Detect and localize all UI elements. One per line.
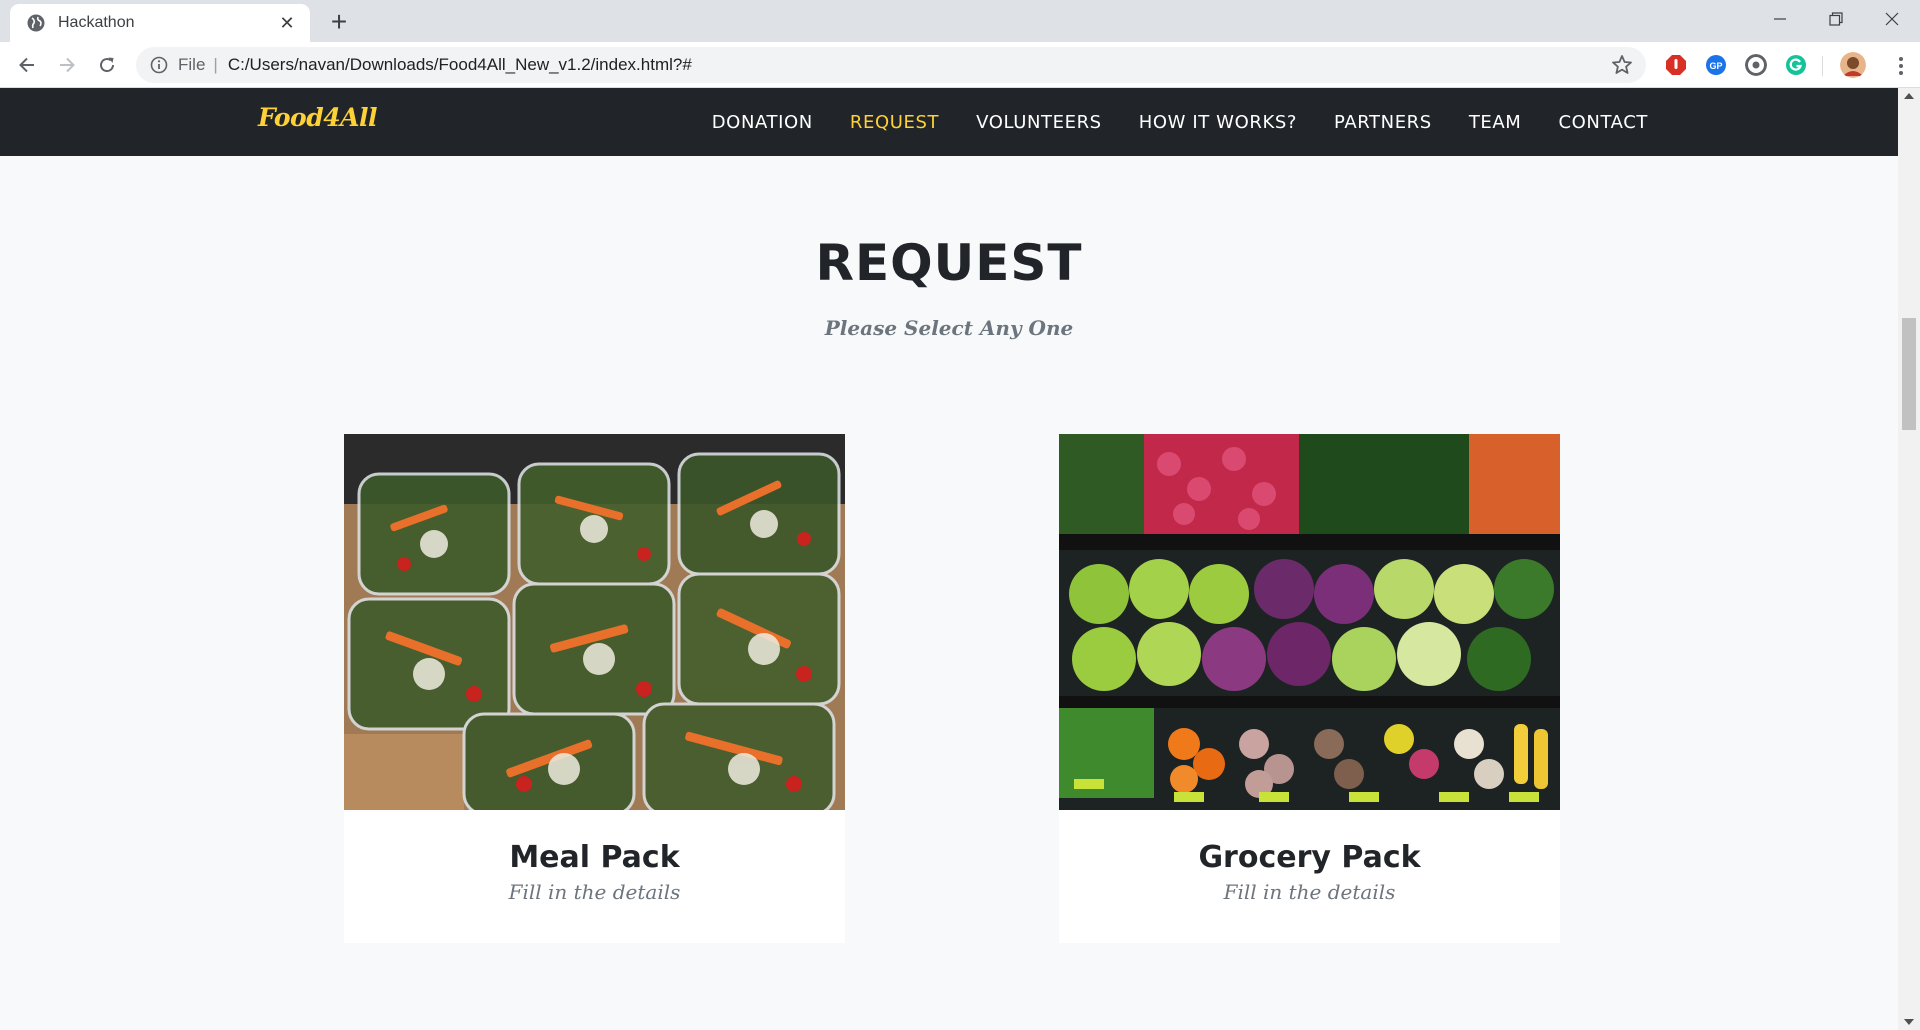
meal-pack-image[interactable]	[344, 434, 845, 810]
browser-tab-strip: Hackathon ✕ +	[0, 0, 1920, 42]
nav-link-donation[interactable]: DONATION	[712, 112, 813, 133]
restore-icon[interactable]	[1808, 0, 1864, 38]
grocery-pack-card[interactable]: Grocery Pack Fill in the details	[1059, 434, 1560, 943]
adblock-extension-icon[interactable]	[1665, 54, 1687, 76]
tab-title: Hackathon	[58, 14, 135, 31]
url-scheme-label: File	[178, 55, 206, 74]
meal-pack-caption: Fill in the details	[508, 880, 681, 904]
scroll-up-icon[interactable]	[1898, 88, 1920, 104]
section-heading: REQUEST	[815, 234, 1083, 292]
toolbar-divider	[1822, 56, 1823, 76]
nav-link-request[interactable]: REQUEST	[850, 112, 939, 133]
info-icon[interactable]	[150, 56, 168, 74]
grocery-pack-title: Grocery Pack	[1198, 840, 1421, 875]
site-logo[interactable]: Food4All	[258, 103, 378, 132]
nav-link-team[interactable]: TEAM	[1469, 112, 1522, 133]
shield-extension-icon[interactable]	[1745, 54, 1767, 76]
site-navbar: Food4All DONATION REQUEST VOLUNTEERS HOW…	[0, 88, 1898, 156]
close-tab-icon[interactable]: ✕	[276, 12, 298, 34]
grammarly-extension-icon[interactable]	[1785, 54, 1807, 76]
nav-link-volunteers[interactable]: VOLUNTEERS	[976, 112, 1102, 133]
gp-extension-icon[interactable]: GP	[1705, 54, 1727, 76]
page-scrollbar[interactable]	[1898, 88, 1920, 1030]
scroll-thumb[interactable]	[1902, 318, 1916, 430]
nav-link-partners[interactable]: PARTNERS	[1334, 112, 1432, 133]
svg-text:GP: GP	[1709, 61, 1722, 71]
new-tab-icon[interactable]: +	[324, 8, 354, 38]
meal-pack-card[interactable]: Meal Pack Fill in the details	[344, 434, 845, 943]
address-bar[interactable]: File | C:/Users/navan/Downloads/Food4All…	[136, 47, 1646, 83]
grocery-pack-caption: Fill in the details	[1223, 880, 1396, 904]
grocery-pack-image[interactable]	[1059, 434, 1560, 810]
url-separator: |	[213, 55, 218, 74]
nav-links: DONATION REQUEST VOLUNTEERS HOW IT WORKS…	[675, 88, 1648, 156]
more-menu-icon[interactable]	[1898, 55, 1904, 77]
scroll-down-icon[interactable]	[1898, 1014, 1920, 1030]
browser-toolbar: File | C:/Users/navan/Downloads/Food4All…	[0, 42, 1920, 88]
reload-icon[interactable]	[91, 49, 123, 81]
window-controls	[1752, 0, 1920, 38]
back-arrow-icon[interactable]	[11, 49, 43, 81]
minimize-icon[interactable]	[1752, 0, 1808, 38]
section-subheading: Please Select Any One	[824, 316, 1074, 340]
bookmark-star-icon[interactable]	[1610, 53, 1634, 77]
meal-pack-title: Meal Pack	[509, 840, 680, 875]
nav-link-how-it-works[interactable]: HOW IT WORKS?	[1139, 112, 1297, 133]
page-viewport: Food4All DONATION REQUEST VOLUNTEERS HOW…	[0, 88, 1898, 1030]
browser-tab[interactable]: Hackathon ✕	[10, 4, 310, 42]
profile-avatar[interactable]	[1840, 52, 1866, 78]
globe-icon	[27, 14, 45, 32]
url-text[interactable]: C:/Users/navan/Downloads/Food4All_New_v1…	[228, 55, 1610, 75]
forward-arrow-icon[interactable]	[51, 49, 83, 81]
nav-link-contact[interactable]: CONTACT	[1558, 112, 1648, 133]
close-window-icon[interactable]	[1864, 0, 1920, 38]
